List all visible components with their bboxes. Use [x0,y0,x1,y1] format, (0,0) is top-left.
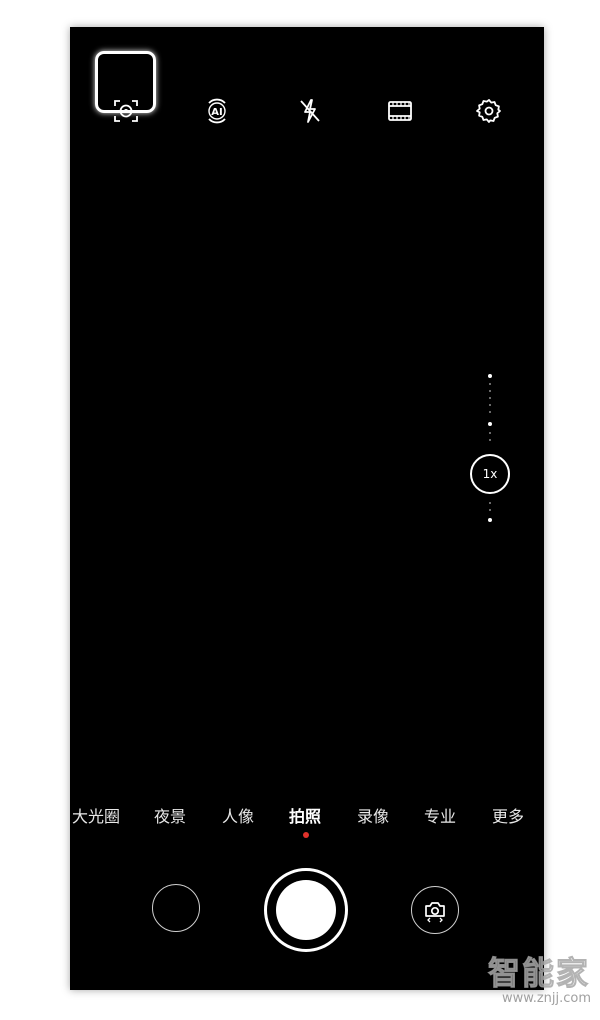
zoom-tick-small [489,439,491,441]
watermark-url: www.znjj.com [502,991,592,1006]
zoom-tick-small [489,502,491,504]
watermark-text: 智能家 [487,954,591,992]
mode-selector[interactable]: 大光圈 夜景 人像 拍照 录像 专业 更多 [70,805,544,835]
watermark: 智能家 www.znjj.com [487,954,598,1015]
zoom-tick [488,422,492,426]
shutter-button[interactable] [264,868,348,952]
active-mode-indicator [303,832,309,838]
zoom-tick [488,374,492,378]
switch-camera-button[interactable] [411,886,459,934]
zoom-tick-small [489,509,491,511]
zoom-track[interactable] [488,374,492,524]
zoom-level-label: 1x [482,467,498,481]
zoom-tick-small [489,404,491,406]
mode-aperture[interactable]: 大光圈 [72,805,120,829]
zoom-tick-small [489,411,491,413]
camera-screen: AI 1x 大光圈 夜景 人像 拍照 录像 专业 更多 [70,27,544,990]
settings-icon[interactable] [469,87,509,135]
mode-portrait[interactable]: 人像 [222,805,254,829]
zoom-level-button[interactable]: 1x [470,454,510,494]
zoom-tick-small [489,432,491,434]
mode-photo[interactable]: 拍照 [289,805,321,829]
zoom-tick-small [489,383,491,385]
switch-camera-icon [425,902,445,923]
ai-icon[interactable]: AI [197,87,237,135]
scan-icon[interactable] [106,87,146,135]
zoom-tick-small [489,397,491,399]
gallery-thumbnail-button[interactable] [152,884,200,932]
mode-night[interactable]: 夜景 [154,805,186,829]
mode-more[interactable]: 更多 [492,805,524,829]
ai-label: AI [211,107,222,118]
shutter-core [276,880,336,940]
aspect-ratio-icon[interactable] [380,87,420,135]
mode-video[interactable]: 录像 [357,805,389,829]
mode-pro[interactable]: 专业 [424,805,456,829]
zoom-tick [488,518,492,522]
zoom-tick-small [489,390,491,392]
flash-off-icon[interactable] [290,87,330,135]
